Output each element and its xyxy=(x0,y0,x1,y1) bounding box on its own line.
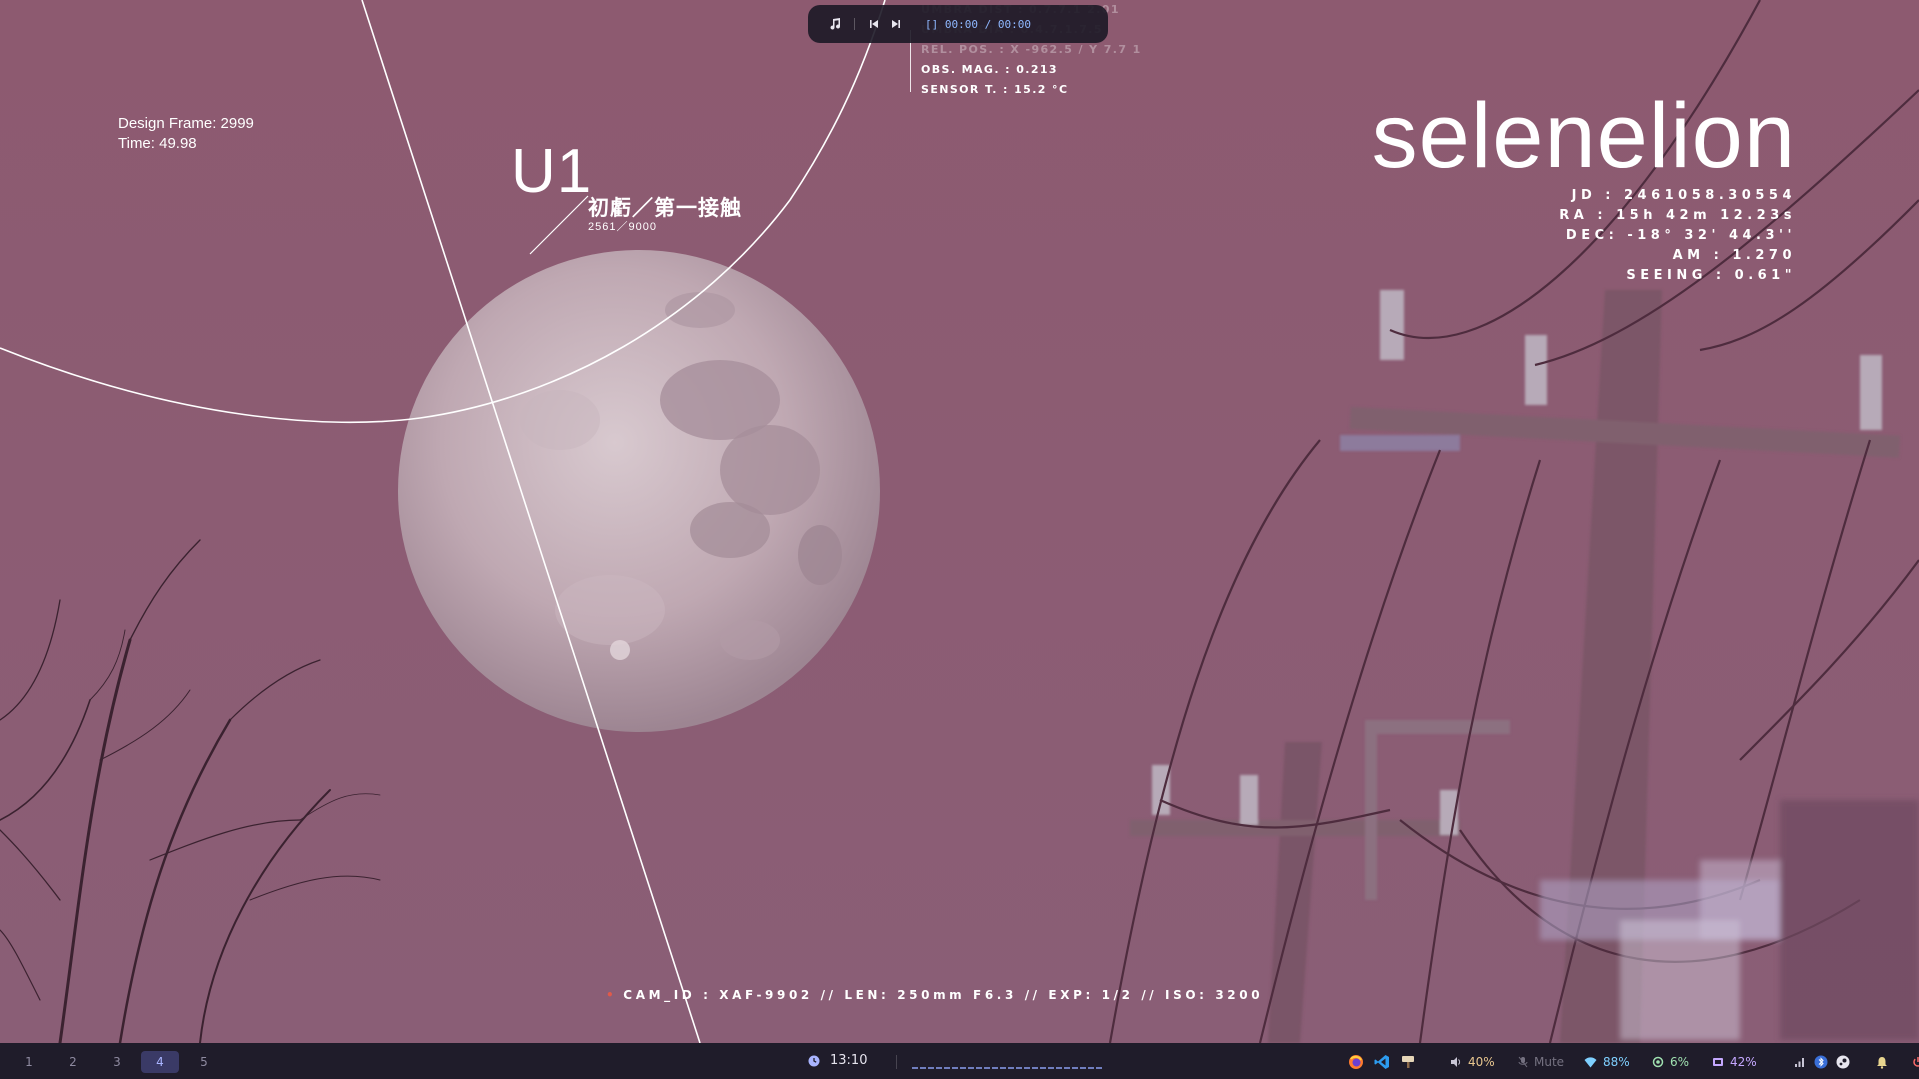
vscode-icon[interactable] xyxy=(1374,1054,1390,1070)
visualizer-bar xyxy=(968,1067,974,1069)
memory-percent: 42% xyxy=(1730,1055,1757,1069)
skip-back-icon xyxy=(870,20,878,28)
recording-dot: • xyxy=(606,988,618,1002)
visualizer-bar xyxy=(976,1067,982,1069)
right-ascension: RA : 15h 42m 12.23s xyxy=(1559,208,1796,223)
design-frame-readout: Design Frame: 2999 Time: 49.98 xyxy=(118,114,254,154)
bluetooth-icon[interactable] xyxy=(1814,1055,1828,1069)
workspace-1[interactable]: 1 xyxy=(10,1051,48,1073)
speaker-icon xyxy=(1451,1057,1461,1067)
clock-time: 13:10 xyxy=(830,1053,868,1068)
cpu-icon xyxy=(1652,1056,1664,1068)
astro-readout: JD : 2461058.30554 RA : 15h 42m 12.23s D… xyxy=(1559,186,1796,286)
frame-progress: 2561／9000 xyxy=(588,221,657,233)
cpu-usage[interactable]: 6% xyxy=(1652,1051,1689,1073)
wifi-strength: 88% xyxy=(1603,1055,1630,1069)
seeing: SEEING : 0.61" xyxy=(1626,268,1796,283)
visualizer-bar xyxy=(984,1067,990,1069)
airmass: AM : 1.270 xyxy=(1672,248,1796,263)
visualizer-bar xyxy=(1000,1067,1006,1069)
workspace-2[interactable]: 2 xyxy=(54,1051,92,1073)
workspace-5[interactable]: 5 xyxy=(185,1051,223,1073)
notification-bell-icon[interactable] xyxy=(1876,1056,1888,1069)
declination: DEC: -18° 32' 44.3'' xyxy=(1565,228,1796,243)
next-track-button[interactable] xyxy=(885,13,907,35)
design-frame-label: Design Frame: 2999 xyxy=(118,115,254,132)
player-separator xyxy=(854,18,855,30)
mute-label: Mute xyxy=(1534,1055,1565,1069)
sensor-line-3: REL. POS. : X -962.5 / Y 7.7 1 xyxy=(921,43,1142,56)
visualizer-bar xyxy=(1016,1067,1022,1069)
steam-icon[interactable] xyxy=(1836,1055,1850,1069)
visualizer-bar xyxy=(920,1067,926,1069)
system-tray xyxy=(1794,1051,1919,1073)
visualizer-bar xyxy=(1080,1067,1086,1069)
power-icon[interactable] xyxy=(1912,1056,1919,1068)
obs-mag: OBS. MAG. : 0.213 xyxy=(921,63,1058,76)
visualizer-bar xyxy=(944,1067,950,1069)
audio-visualizer xyxy=(912,1055,1112,1069)
visualizer-bar xyxy=(1088,1067,1094,1069)
desktop: Design Frame: 2999 Time: 49.98 U1 初虧／第一接… xyxy=(0,0,1919,1079)
microphone-muted-icon xyxy=(1518,1056,1528,1068)
music-note-icon[interactable] xyxy=(824,13,846,35)
visualizer-bar xyxy=(1048,1067,1054,1069)
visualizer-bar xyxy=(1008,1067,1014,1069)
volume[interactable]: 40% xyxy=(1450,1051,1495,1073)
visualizer-bar xyxy=(928,1067,934,1069)
taskbar: 1 2 3 4 5 13:10 40% Mute 88% 6% 42% xyxy=(0,1043,1919,1079)
workspace-3[interactable]: 3 xyxy=(98,1051,136,1073)
visualizer-bar xyxy=(1040,1067,1046,1069)
camera-info: CAM_ID : XAF-9902 // LEN: 250mm F6.3 // … xyxy=(623,988,1264,1002)
brand-title: selenelion xyxy=(1371,85,1796,187)
clock-icon xyxy=(808,1055,820,1066)
bare-tree xyxy=(0,539,381,1045)
visualizer-bar xyxy=(1064,1067,1070,1069)
media-player: [] 00:00 / 00:00 xyxy=(808,5,1108,43)
memory-usage[interactable]: 42% xyxy=(1712,1051,1757,1073)
sensor-temp: SENSOR T. : 15.2 °C xyxy=(921,83,1069,96)
signal-bars-icon[interactable] xyxy=(1794,1056,1806,1068)
visualizer-bar xyxy=(1024,1067,1030,1069)
app-tray xyxy=(1348,1051,1416,1073)
phase-code: U1 xyxy=(511,137,593,206)
player-time: [] 00:00 / 00:00 xyxy=(925,17,1031,31)
visualizer-bar xyxy=(1032,1067,1038,1069)
camera-readout: • CAM_ID : XAF-9902 // LEN: 250mm F6.3 //… xyxy=(606,988,1263,1002)
firefox-icon[interactable] xyxy=(1348,1054,1364,1070)
visualizer-bar xyxy=(912,1067,918,1069)
time-label: Time: 49.98 xyxy=(118,135,197,152)
visualizer-bar xyxy=(952,1067,958,1069)
visualizer-bar xyxy=(1056,1067,1062,1069)
microphone[interactable]: Mute xyxy=(1518,1051,1564,1073)
memory-icon xyxy=(1713,1058,1723,1066)
wifi[interactable]: 88% xyxy=(1584,1051,1630,1073)
volume-level: 40% xyxy=(1468,1055,1495,1069)
visualizer-bar xyxy=(992,1067,998,1069)
clock[interactable]: 13:10 xyxy=(808,1053,867,1068)
paint-brush-icon[interactable] xyxy=(1400,1054,1416,1070)
visualizer-bar xyxy=(1096,1067,1102,1069)
julian-date: JD : 2461058.30554 xyxy=(1571,188,1796,203)
visualizer-bar xyxy=(1072,1067,1078,1069)
taskbar-separator xyxy=(896,1055,897,1069)
previous-track-button[interactable] xyxy=(863,13,885,35)
moon xyxy=(398,250,880,732)
skip-forward-icon xyxy=(892,20,900,28)
workspace-4[interactable]: 4 xyxy=(141,1051,179,1073)
visualizer-bar xyxy=(936,1067,942,1069)
cpu-percent: 6% xyxy=(1670,1055,1690,1069)
wifi-icon xyxy=(1584,1056,1597,1067)
visualizer-bar xyxy=(960,1067,966,1069)
